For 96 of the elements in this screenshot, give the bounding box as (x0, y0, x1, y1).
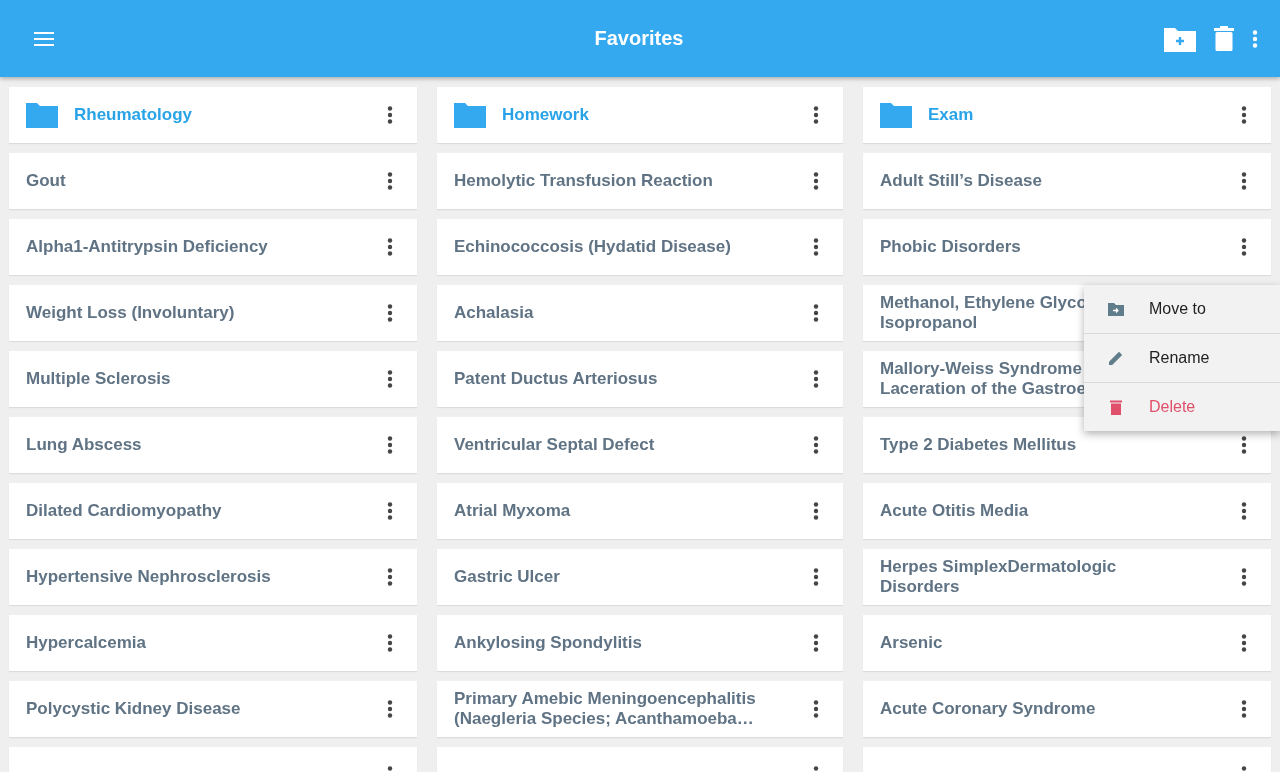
topic-title: Hemolytic Transfusion Reaction (454, 171, 713, 191)
favorite-card[interactable]: Multiple Sclerosis (9, 351, 417, 407)
topic-title: Acute Coronary Syndrome (880, 699, 1096, 719)
favorite-card[interactable]: Echinococcosis (Hydatid Disease) (437, 219, 843, 275)
more-icon[interactable] (387, 304, 393, 322)
new-folder-icon[interactable] (1164, 25, 1196, 52)
menu-item[interactable]: Rename (1084, 334, 1280, 383)
more-icon[interactable] (813, 634, 819, 652)
topic-title: Gastric Ulcer (454, 567, 560, 587)
folder-name: Exam (928, 105, 975, 125)
folder-icon (26, 102, 58, 128)
favorite-card[interactable]: Lung Abscess (9, 417, 417, 473)
topic-title: Gout (26, 171, 66, 191)
more-icon[interactable] (813, 436, 819, 454)
more-icon[interactable] (1241, 502, 1247, 520)
favorite-card[interactable]: Hypertensive Nephrosclerosis (9, 549, 417, 605)
more-icon[interactable] (1241, 568, 1247, 586)
more-icon[interactable] (1241, 172, 1247, 190)
topic-title: Patent Ductus Arteriosus (454, 369, 658, 389)
menu-item[interactable]: Move to (1084, 285, 1280, 334)
page-title: Favorites (593, 27, 685, 50)
topic-title: Mallory-Weiss Syndrome Laceration of the Gastroe (880, 359, 1086, 399)
more-icon[interactable] (387, 172, 393, 190)
more-icon[interactable] (387, 634, 393, 652)
favorite-card[interactable]: Hypercalcemia (9, 615, 417, 671)
favorite-card[interactable]: Acute Otitis Media (863, 483, 1271, 539)
more-icon[interactable] (813, 568, 819, 586)
topic-title: Atrial Myxoma (454, 501, 571, 521)
topic-title: Acute Otitis Media (880, 501, 1029, 521)
favorite-card[interactable]: Ankylosing Spondylitis (437, 615, 843, 671)
topic-title: Ventricular Septal Defect (454, 435, 655, 455)
favorite-card[interactable]: Gastric Ulcer (437, 549, 843, 605)
more-icon[interactable] (813, 238, 819, 256)
topic-title: Echinococcosis (Hydatid Disease) (454, 237, 731, 257)
topic-title: Primary Amebic Meningoencephalitis (Naegleria Species; Acanthamoeba… (454, 689, 756, 729)
more-icon[interactable] (1241, 238, 1247, 256)
more-icon[interactable] (813, 172, 819, 190)
trash-icon (1107, 398, 1125, 416)
more-icon[interactable] (1241, 436, 1247, 454)
menu-icon[interactable] (34, 31, 54, 46)
folder-card[interactable]: Rheumatology (9, 87, 417, 143)
topic-title: Dilated Cardiomyopathy (26, 501, 222, 521)
more-icon[interactable] (387, 106, 393, 124)
folder-icon (880, 102, 912, 128)
topic-title: Arsenic (880, 633, 943, 653)
more-icon[interactable] (387, 700, 393, 718)
more-icon[interactable] (813, 106, 819, 124)
favorite-card[interactable]: Acute Coronary Syndrome (863, 681, 1271, 737)
favorite-card[interactable]: Hemolytic Transfusion Reaction (437, 153, 843, 209)
topic-title: Multiple Sclerosis (26, 369, 171, 389)
favorite-card[interactable]: Achalasia (437, 285, 843, 341)
favorite-card[interactable]: Phobic Disorders (863, 219, 1271, 275)
more-icon[interactable] (387, 502, 393, 520)
favorite-card[interactable]: Weight Loss (Involuntary) (9, 285, 417, 341)
folder-card[interactable]: Homework (437, 87, 843, 143)
topic-title: Polycystic Kidney Disease (26, 699, 241, 719)
more-icon[interactable] (813, 700, 819, 718)
topic-title: Alpha1-Antitrypsin Deficiency (26, 237, 268, 257)
folder-icon (454, 102, 486, 128)
favorite-card[interactable]: Ventricular Septal Defect (437, 417, 843, 473)
favorite-card[interactable]: Gout (9, 153, 417, 209)
favorite-card[interactable]: Dilated Cardiomyopathy (9, 483, 417, 539)
folder-name: Rheumatology (74, 105, 194, 125)
topic-title: Type 2 Diabetes Mellitus (880, 435, 1077, 455)
favorite-card[interactable]: Herpes SimplexDermatologic Disorders (863, 549, 1271, 605)
topic-title: Adult Still’s Disease (880, 171, 1042, 191)
more-icon[interactable] (813, 370, 819, 388)
favorite-card[interactable]: Adult Still’s Disease (863, 153, 1271, 209)
topic-title: Herpes SimplexDermatologic Disorders (880, 557, 1117, 597)
favorite-card[interactable]: Polycystic Kidney Disease (9, 681, 417, 737)
topic-title: Phobic Disorders (880, 237, 1021, 257)
topic-title: Hypertensive Nephrosclerosis (26, 567, 271, 587)
more-icon[interactable] (813, 304, 819, 322)
topic-title: Achalasia (454, 303, 534, 323)
topic-title: Hypercalcemia (26, 633, 147, 653)
topic-title: Lung Abscess (26, 435, 142, 455)
favorite-card[interactable]: Primary Amebic Meningoencephalitis (Naegleria Species; Acanthamoeba… (437, 681, 843, 737)
folder-name: Homework (502, 105, 590, 125)
more-icon[interactable] (387, 436, 393, 454)
favorite-card[interactable]: Alpha1-Antitrypsin Deficiency (9, 219, 417, 275)
topic-title: Ankylosing Spondylitis (454, 633, 642, 653)
topic-title: Weight Loss (Involuntary) (26, 303, 235, 323)
more-icon[interactable] (387, 238, 393, 256)
more-icon[interactable] (813, 502, 819, 520)
folder-card[interactable]: Exam (863, 87, 1271, 143)
trash-icon[interactable] (1214, 26, 1234, 51)
more-icon[interactable] (387, 370, 393, 388)
folder-arrow-icon (1107, 300, 1125, 318)
favorite-card[interactable]: Atrial Myxoma (437, 483, 843, 539)
pencil-icon (1107, 349, 1125, 367)
more-icon[interactable] (1241, 106, 1247, 124)
favorite-card[interactable]: Arsenic (863, 615, 1271, 671)
more-icon[interactable] (387, 568, 393, 586)
more-icon[interactable] (1241, 634, 1247, 652)
favorite-card[interactable]: Patent Ductus Arteriosus (437, 351, 843, 407)
more-icon[interactable] (1241, 700, 1247, 718)
